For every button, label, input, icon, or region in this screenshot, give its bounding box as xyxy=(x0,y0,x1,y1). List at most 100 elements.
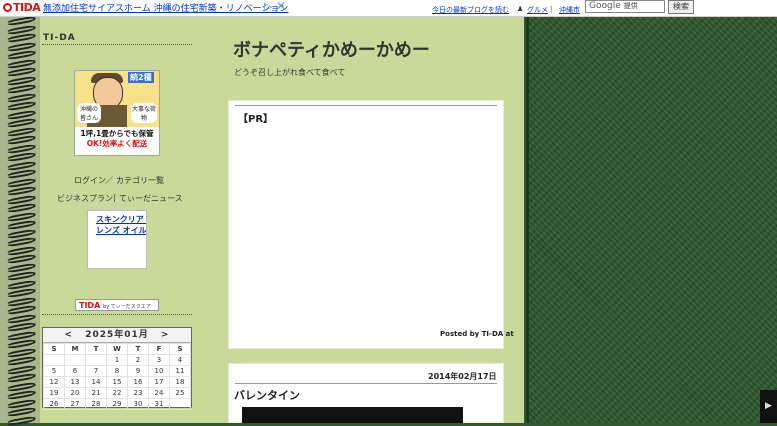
business-plan-link[interactable]: ビジネスプラン xyxy=(57,193,113,204)
tida-square-badge[interactable]: TIDA by てぃーだスクエア xyxy=(75,299,159,311)
calendar-day: 13 xyxy=(64,376,86,388)
calendar-dow: S xyxy=(169,343,191,355)
sidebar-text-ad: スキンクリア ク レンズ オイル xyxy=(87,210,147,269)
blog-title[interactable]: ボナペティかめーかめー xyxy=(233,36,430,62)
pr-post xyxy=(228,100,504,349)
calendar-day: 11 xyxy=(169,365,191,377)
calendar-day: 4 xyxy=(169,354,191,366)
calendar-day xyxy=(64,354,86,366)
calendar-day: 26 xyxy=(43,398,65,410)
calendar-day: 17 xyxy=(148,376,170,388)
banner-line-2: OK!効率よく配送 xyxy=(86,139,148,148)
calendar-grid: S M T W T F S 1 2 3 4 5 6 7 8 9 10 11 12 xyxy=(43,343,191,410)
calendar-day: 5 xyxy=(43,365,65,377)
calendar-day: 19 xyxy=(43,387,65,399)
okinawa-city-link[interactable]: 沖縄市 xyxy=(559,5,580,15)
top-separator: | xyxy=(550,5,553,13)
calendar-day: 24 xyxy=(148,387,170,399)
calendar-week: 19 20 21 22 23 24 25 xyxy=(43,387,191,399)
calendar-day: 27 xyxy=(64,398,86,410)
ad-close-icon[interactable]: ✕ xyxy=(276,0,286,13)
category-list-link[interactable]: カテゴリ一覧 xyxy=(116,175,164,186)
calendar-dow-row: S M T W T F S xyxy=(43,343,191,355)
banner-copy: 1坪,1畳からでも保管 OK!効率よく配送 xyxy=(75,127,159,155)
tida-news-link[interactable]: てぃーだニュース xyxy=(119,193,183,204)
calendar-day xyxy=(169,398,191,410)
calendar-day: 6 xyxy=(64,365,86,377)
calendar-header: < 2025年01月 > xyxy=(43,328,191,343)
page-divider xyxy=(526,16,529,423)
calendar-day xyxy=(85,354,107,366)
calendar-week: 12 13 14 15 16 17 18 xyxy=(43,376,191,388)
calendar-day: 8 xyxy=(106,365,128,377)
calendar-day: 20 xyxy=(64,387,86,399)
category-icon: ♟ xyxy=(517,5,524,13)
tida-logo[interactable]: TIDA xyxy=(3,1,41,14)
calendar-day: 10 xyxy=(148,365,170,377)
calendar-day: 31 xyxy=(148,398,170,410)
banner-bubble-left: 沖縄の皆さん xyxy=(77,103,101,123)
calendar-dow: T xyxy=(85,343,107,355)
search-brand: Google xyxy=(589,1,621,11)
login-link[interactable]: ログイン xyxy=(74,175,106,186)
spiral-binding xyxy=(0,15,40,426)
calendar-day: 22 xyxy=(106,387,128,399)
calendar-day: 23 xyxy=(127,387,149,399)
calendar-title: 2025年01月 xyxy=(85,330,149,340)
calendar-day: 14 xyxy=(85,376,107,388)
calendar-day: 29 xyxy=(106,398,128,410)
calendar-day: 15 xyxy=(106,376,128,388)
calendar-day: 21 xyxy=(85,387,107,399)
search-provider: 提供 xyxy=(623,2,638,10)
calendar-day: 12 xyxy=(43,376,65,388)
sidebar-rule-2 xyxy=(42,314,192,315)
ad-choices-icon[interactable]: ▷ xyxy=(264,0,272,13)
calendar-day: 9 xyxy=(127,365,149,377)
banner-line-1: 1坪,1畳からでも保管 xyxy=(80,129,154,138)
calendar-next[interactable]: > xyxy=(161,330,170,340)
calendar: < 2025年01月 > S M T W T F S 1 2 3 4 5 6 7… xyxy=(42,327,192,410)
sidebar-ad-banner[interactable]: 続2種 沖縄の皆さん 大事な荷物 1坪,1畳からでも保管 OK!効率よく配送 xyxy=(74,70,160,156)
calendar-day: 3 xyxy=(148,354,170,366)
pr-post-rule xyxy=(235,105,497,106)
sidebar-title: TI-DA xyxy=(43,33,76,43)
calendar-day: 7 xyxy=(85,365,107,377)
latest-blogs-link[interactable]: 今日の最新ブログを読む xyxy=(432,5,509,15)
calendar-day: 2 xyxy=(127,354,149,366)
pr-title: 【PR】 xyxy=(238,114,274,125)
page-background-right xyxy=(526,16,777,423)
text-ad-line-2[interactable]: レンズ オイル xyxy=(88,225,146,236)
posted-by: Posted by TI-DA at xyxy=(440,330,514,338)
banner-tag: 続2種 xyxy=(128,72,154,83)
search-button[interactable]: 検索 xyxy=(668,0,694,14)
sidebar-pipe: | xyxy=(113,193,116,202)
calendar-dow: T xyxy=(127,343,149,355)
embedded-video[interactable] xyxy=(242,407,463,423)
calendar-day: 25 xyxy=(169,387,191,399)
calendar-day: 30 xyxy=(127,398,149,410)
calendar-week: 26 27 28 29 30 31 xyxy=(43,398,191,410)
calendar-day: 16 xyxy=(127,376,149,388)
calendar-day: 18 xyxy=(169,376,191,388)
calendar-day xyxy=(43,354,65,366)
top-ad-link[interactable]: 無添加住宅サイアスホーム 沖縄の住宅新築・リノベーション xyxy=(43,1,288,14)
calendar-dow: F xyxy=(148,343,170,355)
calendar-week: 5 6 7 8 9 10 11 xyxy=(43,365,191,377)
post-date-rule xyxy=(235,383,497,384)
side-panel-toggle[interactable]: ▶ xyxy=(760,390,777,423)
calendar-prev[interactable]: < xyxy=(65,330,74,340)
post-title[interactable]: バレンタイン xyxy=(234,387,300,403)
sidebar-rule xyxy=(42,44,192,45)
blog-subtitle: どうぞ召し上がれ食べて食べて xyxy=(234,68,346,77)
logo-circle-icon xyxy=(3,3,12,12)
top-bar: TIDA 無添加住宅サイアスホーム 沖縄の住宅新築・リノベーション ▷ ✕ 今日… xyxy=(0,0,777,17)
calendar-day: 1 xyxy=(106,354,128,366)
sidebar-slash: ／ xyxy=(105,176,113,185)
logo-text: TIDA xyxy=(13,1,41,14)
gourmet-link[interactable]: グルメ xyxy=(527,5,548,15)
banner-bubble-right: 大事な荷物 xyxy=(131,103,157,123)
search-input[interactable]: Google 提供 xyxy=(585,0,665,13)
calendar-dow: M xyxy=(64,343,86,355)
calendar-day: 28 xyxy=(85,398,107,410)
text-ad-line-1[interactable]: スキンクリア ク xyxy=(88,214,146,225)
